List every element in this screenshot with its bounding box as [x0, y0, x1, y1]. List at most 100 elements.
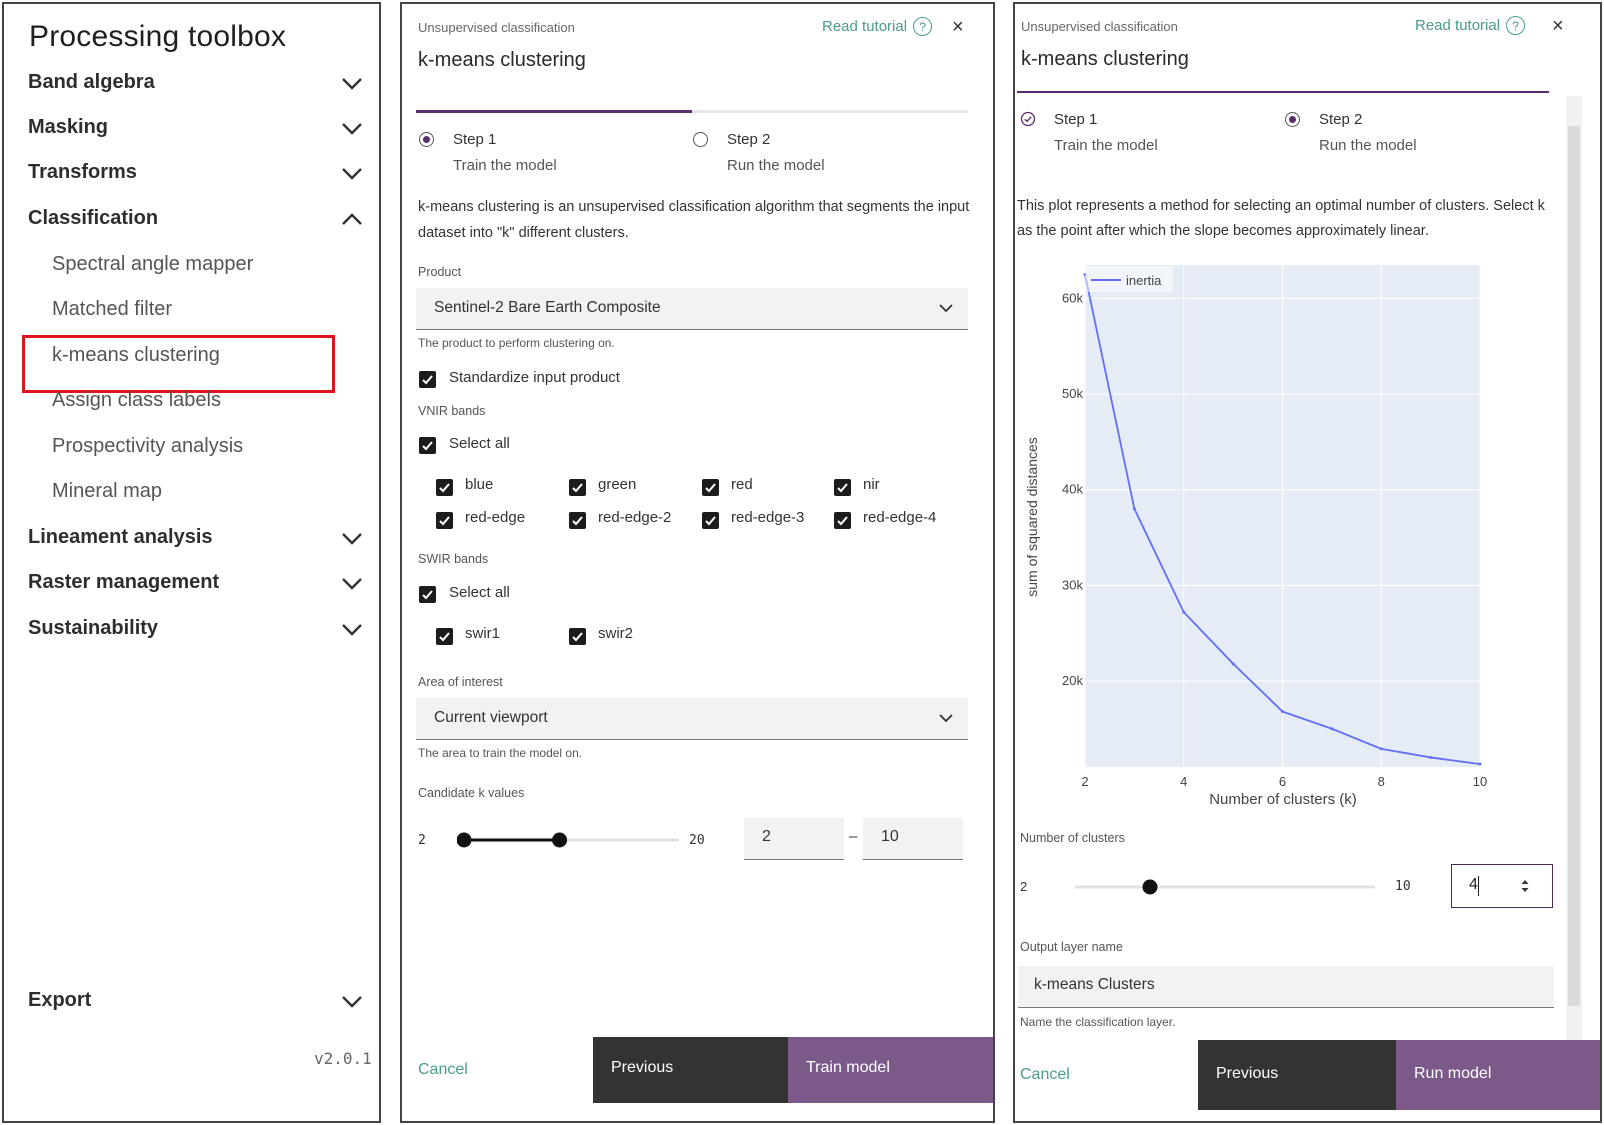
description-text: k-means clustering is an unsupervised cl… — [418, 199, 970, 241]
range-max-label: 20 — [689, 833, 705, 848]
band-checkbox-red-edge-4[interactable] — [834, 512, 851, 529]
k-min-input[interactable]: 2 — [744, 818, 844, 860]
data-point — [1379, 747, 1383, 751]
standardize-label: Standardize input product — [449, 369, 620, 386]
chevron-down-icon — [939, 714, 953, 723]
vnir-select-all-checkbox[interactable] — [419, 437, 436, 454]
band-checkbox-swir2[interactable] — [569, 628, 586, 645]
category-raster-management[interactable]: Raster management — [28, 565, 368, 601]
tutorial-label: Read tutorial — [1415, 17, 1501, 34]
clusters-label: Number of clusters — [1020, 831, 1125, 845]
category-classification[interactable]: Classification — [28, 201, 368, 237]
close-icon[interactable]: × — [1552, 15, 1564, 38]
help-circle-icon: ? — [913, 17, 933, 36]
clusters-max-label: 10 — [1395, 879, 1411, 894]
step2-radio[interactable] — [1285, 112, 1300, 127]
slider-handle-low[interactable] — [457, 832, 472, 848]
y-tick-label: 30k — [1062, 577, 1083, 592]
range-separator: – — [849, 828, 858, 845]
x-tick-label: 10 — [1473, 774, 1487, 789]
step2-radio[interactable] — [693, 132, 708, 147]
candidate-k-range-slider[interactable] — [457, 828, 687, 852]
data-point — [1330, 727, 1334, 731]
band-label-red: red — [731, 476, 753, 493]
band-checkbox-red-edge-3[interactable] — [702, 512, 719, 529]
slider-handle-high[interactable] — [552, 832, 568, 848]
aoi-value: Current viewport — [434, 709, 548, 726]
clusters-slider[interactable] — [1073, 876, 1383, 898]
selected-item-highlight — [22, 335, 335, 393]
category-export[interactable]: Export — [28, 983, 368, 1019]
toolbox-title: Processing toolbox — [29, 20, 287, 53]
read-tutorial-link[interactable]: Read tutorial ? — [822, 17, 933, 36]
category-band-algebra[interactable]: Band algebra — [28, 65, 368, 101]
step-progress-complete — [1017, 91, 1549, 93]
legend-label: inertia — [1126, 273, 1162, 288]
step2-title: Step 2 — [727, 131, 771, 148]
step1-subtitle: Train the model — [453, 157, 557, 174]
band-checkbox-red[interactable] — [702, 479, 719, 496]
aoi-help-text: The area to train the model on. — [418, 746, 583, 760]
step2-subtitle: Run the model — [727, 157, 825, 174]
aoi-select[interactable]: Current viewport — [416, 698, 968, 740]
y-tick-label: 50k — [1062, 386, 1083, 401]
band-checkbox-swir1[interactable] — [436, 628, 453, 645]
checkmark-icon — [422, 375, 433, 385]
standardize-checkbox[interactable] — [419, 371, 436, 388]
band-checkbox-green[interactable] — [569, 479, 586, 496]
spinner-icon[interactable] — [1520, 879, 1530, 893]
read-tutorial-link[interactable]: Read tutorial ? — [1415, 16, 1526, 35]
previous-button[interactable]: Previous — [593, 1037, 788, 1103]
band-checkbox-red-edge-2[interactable] — [569, 512, 586, 529]
check-circle-icon[interactable] — [1020, 111, 1036, 127]
band-checkbox-nir[interactable] — [834, 479, 851, 496]
close-icon[interactable]: × — [952, 16, 964, 39]
clusters-number-input[interactable]: 4 — [1451, 864, 1553, 908]
classification-item-matched-filter[interactable]: Matched filter — [52, 298, 172, 321]
category-label: Export — [28, 989, 92, 1011]
scrollbar[interactable] — [1566, 96, 1582, 1041]
band-checkbox-blue[interactable] — [436, 479, 453, 496]
category-sustainability[interactable]: Sustainability — [28, 611, 368, 647]
output-layer-input[interactable]: k-means Clusters — [1018, 966, 1554, 1008]
output-layer-value: k-means Clusters — [1034, 976, 1155, 993]
product-select[interactable]: Sentinel-2 Bare Earth Composite — [416, 288, 968, 330]
kmeans-step1-panel: Unsupervised classification k-means clus… — [400, 2, 995, 1123]
step1-radio[interactable] — [419, 132, 434, 147]
data-point — [1132, 507, 1136, 511]
product-help-text: The product to perform clustering on. — [418, 336, 615, 350]
slider-handle[interactable] — [1142, 879, 1158, 895]
chevron-down-icon — [342, 578, 362, 590]
chevron-down-icon — [939, 304, 953, 313]
data-point — [1182, 610, 1186, 614]
classification-item-mineral-map[interactable]: Mineral map — [52, 480, 162, 503]
data-point — [1231, 662, 1235, 666]
y-axis-title: sum of squared distances — [1024, 437, 1040, 597]
category-label: Band algebra — [28, 71, 155, 93]
k-max-input[interactable]: 10 — [863, 818, 963, 860]
processing-toolbox-panel: Processing toolbox Band algebra Masking … — [2, 2, 381, 1123]
classification-item-prospectivity-analysis[interactable]: Prospectivity analysis — [52, 435, 243, 458]
swir-select-all-checkbox[interactable] — [419, 586, 436, 603]
text-cursor — [1478, 876, 1479, 896]
scrollbar-thumb[interactable] — [1568, 126, 1580, 1006]
band-checkbox-red-edge[interactable] — [436, 512, 453, 529]
k-min-value: 2 — [762, 828, 771, 845]
x-tick-label: 4 — [1180, 774, 1187, 789]
classification-item-spectral-angle-mapper[interactable]: Spectral angle mapper — [52, 253, 253, 276]
classification-item-assign-class-labels[interactable]: Assign class labels — [52, 389, 221, 412]
band-label-red-edge-2: red-edge-2 — [598, 509, 672, 526]
run-model-button[interactable]: Run model — [1396, 1040, 1600, 1110]
step-progress-track — [692, 110, 968, 113]
category-transforms[interactable]: Transforms — [28, 155, 368, 191]
category-lineament-analysis[interactable]: Lineament analysis — [28, 520, 368, 556]
train-model-button[interactable]: Train model — [788, 1037, 993, 1103]
data-point — [1281, 710, 1284, 714]
range-min-label: 2 — [418, 833, 426, 848]
cancel-button[interactable]: Cancel — [418, 1061, 468, 1079]
band-label-red-edge-4: red-edge-4 — [863, 509, 937, 526]
output-layer-help: Name the classification layer. — [1020, 1015, 1176, 1029]
previous-button[interactable]: Previous — [1198, 1040, 1396, 1110]
cancel-button[interactable]: Cancel — [1020, 1066, 1070, 1084]
category-masking[interactable]: Masking — [28, 110, 368, 146]
